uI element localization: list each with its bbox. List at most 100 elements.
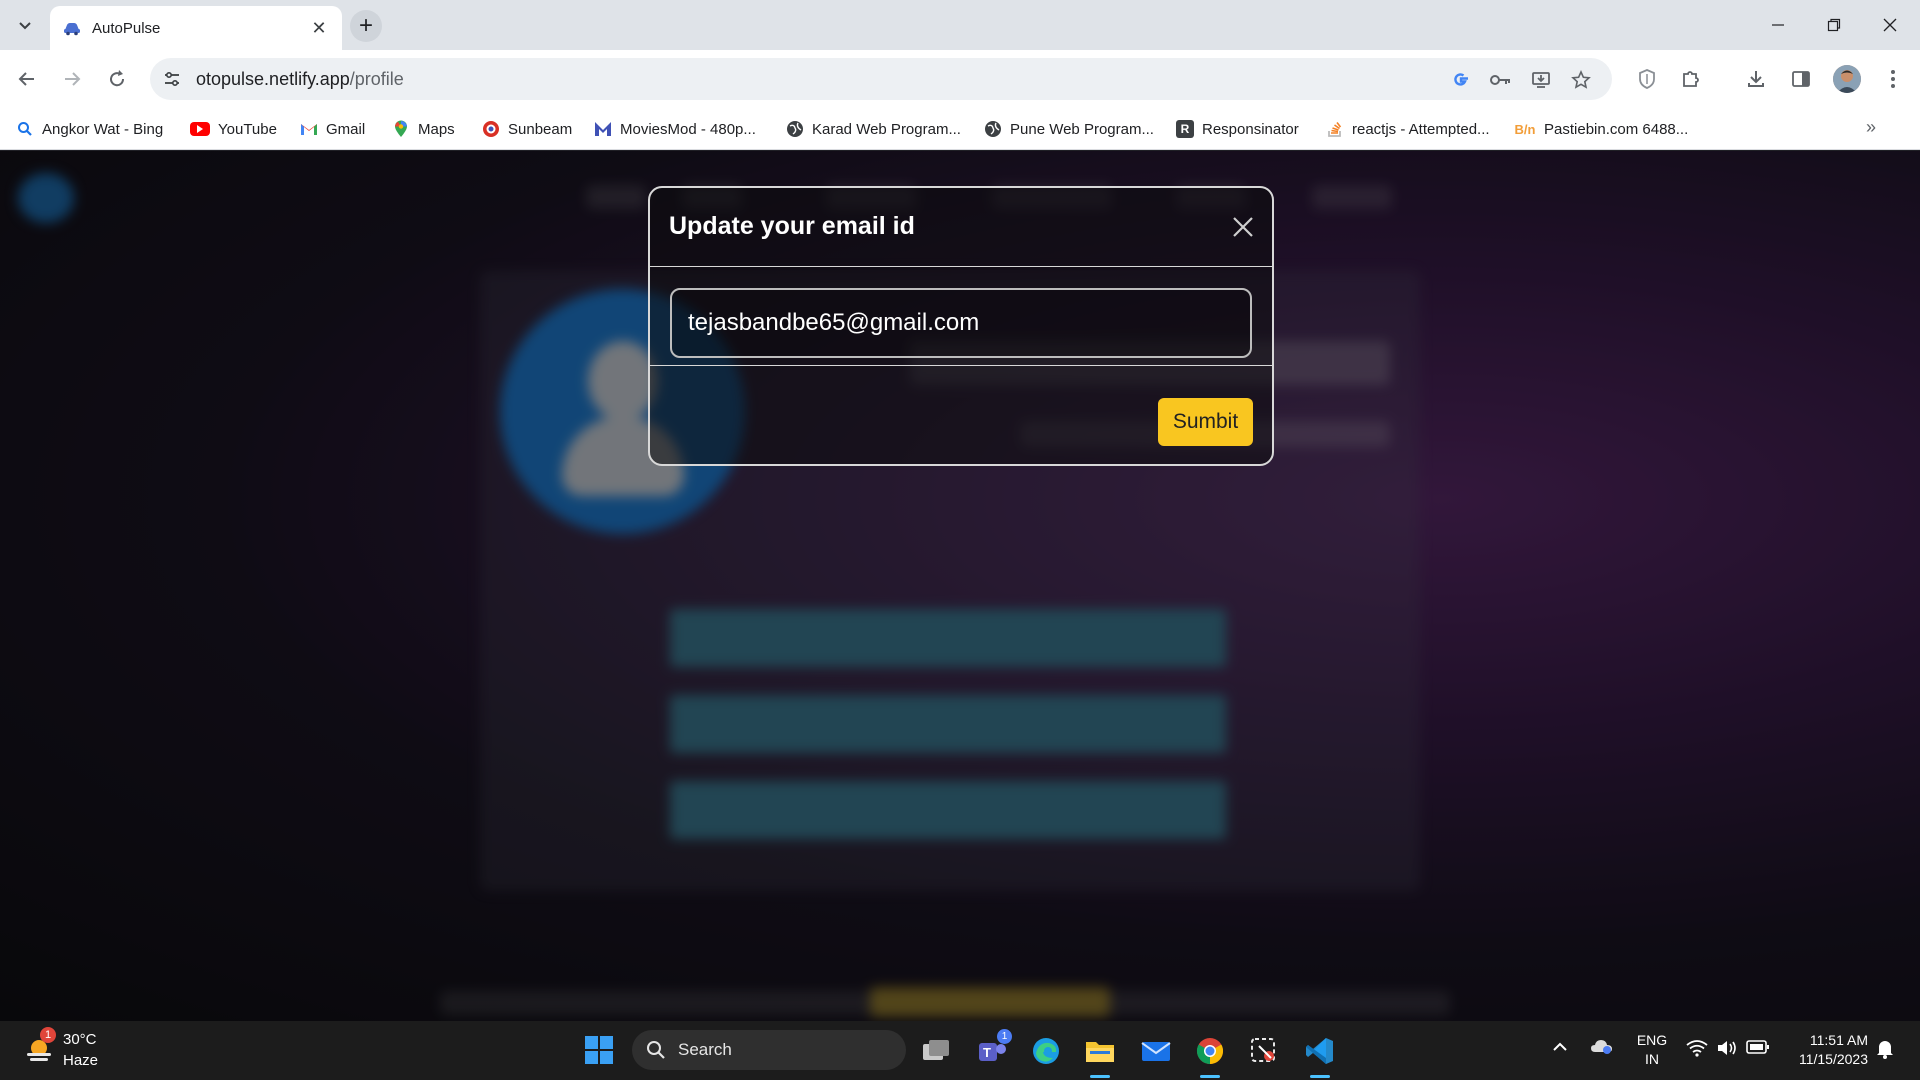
tab-search-dropdown-icon[interactable]: [12, 12, 38, 38]
stackoverflow-icon: [1326, 120, 1344, 138]
bookmark-item[interactable]: Maps: [392, 117, 455, 141]
task-view-icon[interactable]: [918, 1033, 954, 1069]
install-app-icon[interactable]: [1528, 67, 1554, 93]
show-hidden-icons-chevron-icon[interactable]: [1552, 1039, 1568, 1057]
car-favicon-icon: [64, 23, 80, 36]
downloads-icon[interactable]: [1741, 64, 1771, 94]
tab-title: AutoPulse: [92, 19, 161, 37]
extension-shield-icon[interactable]: [1632, 64, 1662, 94]
system-clock[interactable]: 11:51 AM 11/15/2023: [1784, 1031, 1868, 1069]
bookmark-label: YouTube: [218, 120, 277, 138]
teams-icon[interactable]: T 1: [974, 1029, 1012, 1069]
volume-speaker-icon[interactable]: [1716, 1039, 1738, 1062]
bookmarks-bar: Angkor Wat - Bing YouTube Gmail Maps Sun…: [0, 108, 1920, 150]
extensions-puzzle-icon[interactable]: [1676, 64, 1706, 94]
site-info-tune-icon[interactable]: [160, 67, 184, 91]
taskbar-search-box[interactable]: Search: [632, 1030, 906, 1070]
bookmark-label: Angkor Wat - Bing: [42, 120, 164, 138]
bookmark-label: Pune Web Program...: [1010, 120, 1154, 138]
sunbeam-icon: [482, 120, 500, 138]
submit-button[interactable]: Sumbit: [1158, 398, 1253, 446]
gmail-icon: [300, 120, 318, 138]
bookmark-item[interactable]: MoviesMod - 480p...: [594, 117, 756, 141]
bookmark-item[interactable]: reactjs - Attempted...: [1326, 117, 1490, 141]
browser-toolbar: otopulse.netlify.app/profile: [0, 50, 1920, 108]
bing-search-icon: [16, 120, 34, 138]
bookmark-item[interactable]: Karad Web Program...: [786, 117, 961, 141]
bookmark-label: Maps: [418, 120, 455, 138]
bookmark-label: reactjs - Attempted...: [1352, 120, 1490, 138]
bookmark-item[interactable]: Pune Web Program...: [984, 117, 1154, 141]
back-arrow-icon[interactable]: [10, 62, 44, 96]
profile-avatar[interactable]: [1833, 65, 1861, 93]
bookmark-label: Responsinator: [1202, 120, 1299, 138]
new-tab-button[interactable]: +: [350, 10, 382, 42]
restore-window-icon[interactable]: [1806, 0, 1862, 50]
region-code: IN: [1645, 1051, 1659, 1067]
bookmark-label: MoviesMod - 480p...: [620, 120, 756, 138]
weather-temperature: 30°C: [63, 1031, 97, 1048]
language-indicator[interactable]: ENG IN: [1636, 1031, 1668, 1069]
search-label: Search: [678, 1040, 732, 1059]
bookmark-item[interactable]: YouTube: [190, 117, 277, 141]
close-icon[interactable]: [1230, 214, 1256, 240]
url-host: otopulse.netlify.app: [196, 69, 350, 89]
svg-text:T: T: [983, 1045, 991, 1060]
clock-date: 11/15/2023: [1798, 1051, 1868, 1067]
teams-notification-badge: 1: [997, 1029, 1012, 1044]
url-text[interactable]: otopulse.netlify.app/profile: [196, 69, 404, 90]
forward-arrow-icon[interactable]: [55, 62, 89, 96]
password-key-icon[interactable]: [1488, 67, 1514, 93]
search-icon: [647, 1041, 665, 1059]
bookmark-label: Pastiebin.com 6488...: [1544, 120, 1689, 138]
google-lens-icon[interactable]: [1448, 67, 1474, 93]
bookmark-item[interactable]: R Responsinator: [1176, 117, 1299, 141]
bookmark-item[interactable]: Gmail: [300, 117, 365, 141]
wifi-icon[interactable]: [1686, 1039, 1708, 1062]
windows-start-icon[interactable]: [584, 1035, 614, 1065]
reload-icon[interactable]: [100, 62, 134, 96]
bookmark-label: Gmail: [326, 120, 366, 138]
chrome-menu-kebab-icon[interactable]: [1878, 64, 1908, 94]
file-explorer-icon[interactable]: [1082, 1033, 1118, 1078]
battery-icon[interactable]: [1746, 1039, 1770, 1060]
mail-icon[interactable]: [1138, 1033, 1174, 1069]
globe-icon: [984, 120, 1002, 138]
update-email-modal: Update your email id Sumbit: [648, 186, 1274, 466]
bookmark-label: Karad Web Program...: [812, 120, 961, 138]
clock-time: 11:51 AM: [1809, 1032, 1868, 1048]
vscode-icon[interactable]: [1302, 1033, 1338, 1078]
modal-title: Update your email id: [669, 212, 915, 240]
edge-browser-icon[interactable]: [1028, 1033, 1064, 1069]
pastiebin-icon: B/n: [1514, 121, 1536, 137]
bookmark-label: Sunbeam: [508, 120, 573, 138]
address-bar[interactable]: otopulse.netlify.app/profile: [150, 58, 1612, 100]
chrome-icon[interactable]: [1192, 1033, 1228, 1078]
modal-header: Update your email id: [650, 188, 1272, 267]
bookmark-item[interactable]: Sunbeam: [482, 117, 572, 141]
close-window-icon[interactable]: [1862, 0, 1918, 50]
minimize-window-icon[interactable]: [1750, 0, 1806, 50]
notification-bell-icon[interactable]: [1876, 1039, 1894, 1064]
moviesmod-icon: [594, 120, 612, 138]
snipping-tool-icon[interactable]: [1246, 1033, 1282, 1069]
windows-taskbar: 1 30°C Haze Search T 1 ENG IN 11:51 AM 1…: [0, 1021, 1920, 1080]
responsinator-icon: R: [1176, 120, 1194, 138]
weather-description: Haze: [63, 1052, 99, 1069]
browser-tab-strip: AutoPulse ✕ +: [0, 0, 1920, 50]
bookmark-item[interactable]: Angkor Wat - Bing: [16, 117, 163, 141]
onedrive-cloud-icon[interactable]: [1590, 1037, 1614, 1060]
browser-tab-active[interactable]: AutoPulse ✕: [50, 6, 342, 50]
bookmarks-overflow-chevron-icon[interactable]: »: [1866, 117, 1876, 138]
globe-icon: [786, 120, 804, 138]
weather-alert-badge: 1: [40, 1027, 56, 1043]
tab-close-icon[interactable]: ✕: [308, 17, 330, 39]
url-path: /profile: [349, 69, 404, 89]
youtube-icon: [190, 122, 210, 136]
bookmark-item[interactable]: B/n Pastiebin.com 6488...: [1514, 117, 1689, 141]
bookmark-star-icon[interactable]: [1568, 67, 1594, 93]
language-code: ENG: [1636, 1032, 1668, 1048]
maps-pin-icon: [392, 120, 410, 138]
side-panel-icon[interactable]: [1786, 64, 1816, 94]
email-input[interactable]: [670, 288, 1252, 358]
